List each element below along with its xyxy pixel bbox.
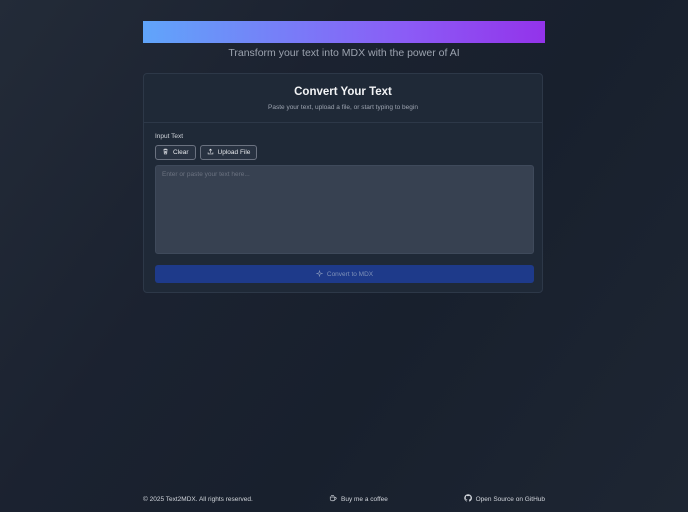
footer: © 2025 Text2MDX. All rights reserved. Bu… [143,494,545,506]
input-toolbar: Clear Upload File [155,145,258,160]
converter-card: Convert Your Text Paste your text, uploa… [143,73,543,293]
header-banner [143,21,545,43]
copyright-text: © 2025 Text2MDX. All rights reserved. [143,496,253,503]
upload-file-button[interactable]: Upload File [199,145,258,160]
input-textarea[interactable] [155,165,534,254]
upload-icon [207,148,214,157]
github-link-label: Open Source on GitHub [475,495,545,503]
trash-icon [162,148,169,157]
buy-me-a-coffee-link[interactable]: Buy me a coffee [329,494,388,504]
github-icon [463,494,472,504]
clear-button[interactable]: Clear [155,145,196,160]
card-description: Paste your text, upload a file, or start… [268,104,418,111]
convert-to-mdx-button[interactable]: Convert to MDX [155,265,534,283]
sparkles-icon [315,269,324,279]
card-header: Convert Your Text Paste your text, uploa… [144,74,542,123]
github-link[interactable]: Open Source on GitHub [463,494,545,504]
tagline: Transform your text into MDX with the po… [228,47,460,59]
coffee-icon [329,494,337,504]
clear-button-label: Clear [173,149,189,156]
input-label: Input Text [155,133,184,140]
coffee-link-label: Buy me a coffee [341,495,388,503]
card-title: Convert Your Text [294,86,392,98]
convert-button-label: Convert to MDX [326,270,374,278]
upload-button-label: Upload File [217,149,251,156]
